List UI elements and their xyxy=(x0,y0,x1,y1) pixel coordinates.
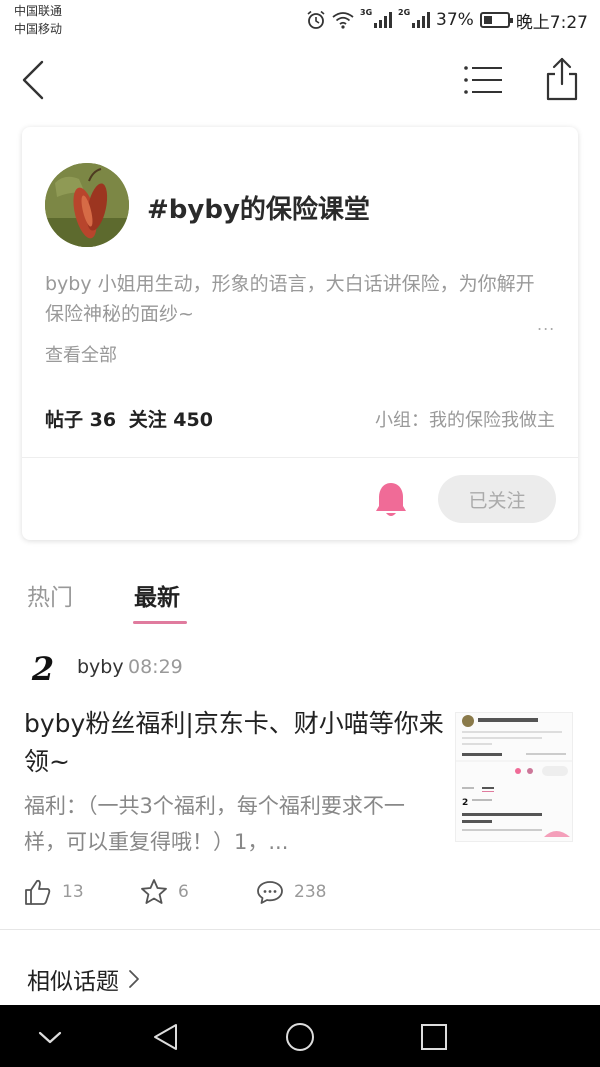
battery-percent: 37% xyxy=(436,10,474,30)
system-nav-bar xyxy=(0,1005,600,1067)
carrier-label-2: 中国移动 xyxy=(14,22,63,36)
topic-title: #byby的保险课堂 xyxy=(147,195,370,225)
topic-card: #byby的保险课堂 byby 小姐用生动，形象的语言，大白话讲保险，为你解开保… xyxy=(22,127,578,540)
topic-stats: 帖子 36 关注 450 xyxy=(45,405,219,432)
post-title[interactable]: byby粉丝福利|京东卡、财小喵等你来领~ xyxy=(24,705,444,781)
chevron-right-icon xyxy=(129,970,139,988)
nav-home-circle-icon[interactable] xyxy=(284,1021,316,1053)
network-type-2: 2G xyxy=(398,8,411,17)
comment-count: 238 xyxy=(294,882,327,902)
similar-topics-label: 相似话题 xyxy=(27,969,119,995)
post-time: 08:29 xyxy=(128,656,183,678)
clock: 晚上7:27 xyxy=(515,12,588,33)
view-all-link[interactable]: 查看全部 xyxy=(45,341,117,367)
like-button[interactable]: 13 xyxy=(24,876,84,908)
signal-icon-1: 3G xyxy=(360,8,393,28)
follows-count: 关注 450 xyxy=(128,409,213,431)
post-author[interactable]: byby xyxy=(77,656,124,678)
share-icon[interactable] xyxy=(542,56,582,102)
top-nav xyxy=(0,50,600,110)
post-thumbnail[interactable]: 2 xyxy=(455,712,573,842)
topic-avatar xyxy=(45,163,129,247)
section-divider xyxy=(0,929,600,930)
chevron-down-icon[interactable] xyxy=(34,1021,66,1053)
card-divider xyxy=(22,457,578,458)
tab-hot[interactable]: 热门 xyxy=(27,578,73,612)
bell-icon[interactable] xyxy=(374,481,408,519)
followed-button[interactable]: 已关注 xyxy=(438,475,556,523)
topic-description: byby 小姐用生动，形象的语言，大白话讲保险，为你解开保险神秘的面纱~ xyxy=(45,273,535,325)
list-icon[interactable] xyxy=(462,62,506,98)
network-type-1: 3G xyxy=(360,8,373,17)
tab-latest[interactable]: 最新 xyxy=(134,578,180,612)
similar-topics-link[interactable]: 相似话题 xyxy=(27,962,141,996)
carrier-label-1: 中国联通 xyxy=(14,4,63,18)
like-count: 13 xyxy=(62,882,84,902)
post-excerpt[interactable]: 福利：（一共3个福利，每个福利要求不一样，可以重复得哦！）1，... xyxy=(24,788,429,860)
signal-icon-2: 2G xyxy=(398,8,431,28)
svg-text:2: 2 xyxy=(462,798,468,808)
nav-back-triangle-icon[interactable] xyxy=(150,1021,182,1053)
posts-count: 帖子 36 xyxy=(45,409,117,431)
group-link[interactable]: 小组：我的保险我做主 xyxy=(375,406,555,432)
status-icons: 3G 2G 37% 晚上7:27 xyxy=(306,8,588,33)
tab-bar: 热门 最新 xyxy=(0,572,600,628)
nav-recents-square-icon[interactable] xyxy=(418,1021,450,1053)
comment-icon xyxy=(257,881,283,904)
thumbs-up-icon xyxy=(25,879,51,905)
comment-button[interactable]: 238 xyxy=(256,876,326,908)
battery-icon xyxy=(479,12,513,28)
more-options-icon[interactable]: ... xyxy=(537,315,555,334)
status-bar: 中国联通 中国移动 3G 2G 37% 晚上7:27 xyxy=(0,0,600,42)
back-icon[interactable] xyxy=(18,58,58,102)
active-tab-indicator xyxy=(133,621,187,624)
favorite-count: 6 xyxy=(178,882,189,902)
post-actions: 13 6 238 xyxy=(24,876,424,908)
alarm-icon xyxy=(307,10,325,29)
favorite-button[interactable]: 6 xyxy=(140,876,189,908)
wifi-icon xyxy=(332,12,354,29)
star-icon xyxy=(141,879,167,904)
author-avatar[interactable]: 2 xyxy=(24,650,62,688)
